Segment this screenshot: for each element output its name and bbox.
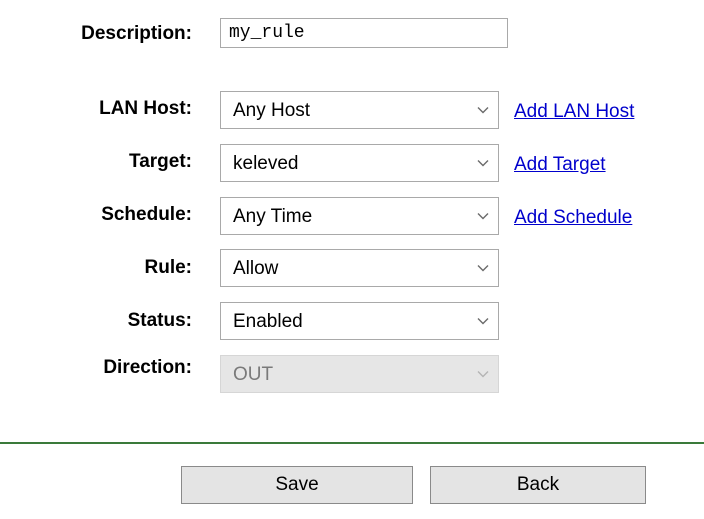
direction-select: OUT xyxy=(220,355,499,393)
lan-host-select[interactable]: Any Host xyxy=(220,91,499,129)
status-value: Enabled xyxy=(233,311,303,332)
save-button[interactable]: Save xyxy=(181,466,413,504)
section-divider xyxy=(0,442,704,444)
status-label: Status: xyxy=(127,310,192,331)
description-label: Description: xyxy=(81,23,192,44)
target-select[interactable]: keleved xyxy=(220,144,499,182)
schedule-label: Schedule: xyxy=(101,204,192,225)
direction-value: OUT xyxy=(233,364,274,385)
rule-value: Allow xyxy=(233,258,279,279)
add-lan-host-link[interactable]: Add LAN Host xyxy=(514,100,634,124)
chevron-down-icon[interactable] xyxy=(468,198,498,234)
chevron-down-icon[interactable] xyxy=(468,303,498,339)
chevron-down-icon[interactable] xyxy=(468,92,498,128)
target-value: keleved xyxy=(233,153,299,174)
rule-label: Rule: xyxy=(144,257,193,278)
status-select[interactable]: Enabled xyxy=(220,302,499,340)
add-schedule-link[interactable]: Add Schedule xyxy=(514,206,632,230)
description-input[interactable] xyxy=(220,18,508,48)
chevron-down-icon[interactable] xyxy=(468,145,498,181)
target-label: Target: xyxy=(129,151,192,172)
schedule-select[interactable]: Any Time xyxy=(220,197,499,235)
chevron-down-icon xyxy=(468,356,498,392)
lan-host-value: Any Host xyxy=(233,100,311,121)
back-button[interactable]: Back xyxy=(430,466,646,504)
lan-host-label: LAN Host: xyxy=(99,98,192,119)
rule-select[interactable]: Allow xyxy=(220,249,499,287)
chevron-down-icon[interactable] xyxy=(468,250,498,286)
add-target-link[interactable]: Add Target xyxy=(514,153,606,177)
schedule-value: Any Time xyxy=(233,206,313,227)
direction-label: Direction: xyxy=(103,357,192,378)
